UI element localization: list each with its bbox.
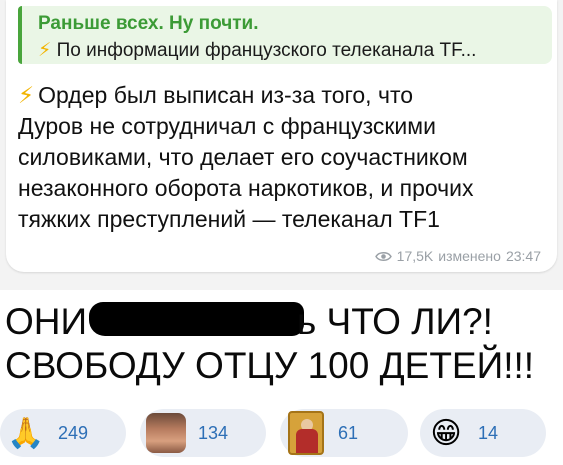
edited-label: изменено <box>438 248 501 264</box>
message-line: тяжких преступлений — телеканал TF1 <box>18 206 440 232</box>
caption: ОНИ ь ЧТО ЛИ?! СВОБОДУ ОТЦУ 100 ДЕТЕЙ!!! <box>5 300 534 388</box>
reaction-count: 61 <box>338 422 359 443</box>
message-line: силовиками, что делает его соучастником <box>18 144 468 170</box>
reaction-count: 249 <box>58 422 89 443</box>
caption-line-2: СВОБОДУ ОТЦУ 100 ДЕТЕЙ!!! <box>5 345 535 386</box>
caption-line-1: ОНИ ь ЧТО ЛИ?! <box>5 301 493 342</box>
message-bubble[interactable]: Раньше всех. Ну почти. ⚡ По информации ф… <box>6 0 557 272</box>
reaction-saint-icon[interactable]: 61 <box>280 409 408 457</box>
muscular-man-icon <box>146 413 186 453</box>
lightning-icon: ⚡ <box>38 40 52 61</box>
reply-preview-text: По информации французского телеканала TF… <box>56 40 477 61</box>
reply-quote[interactable]: Раньше всех. Ну почти. ⚡ По информации ф… <box>18 6 552 64</box>
message-text: ⚡ Ордер был выписан из-за того, что Дуров… <box>18 80 558 235</box>
reaction-muscular-man[interactable]: 134 <box>140 409 266 457</box>
message-line: ⚡ Ордер был выписан из-за того, что <box>18 82 414 108</box>
reaction-praying-hands[interactable]: 🙏 249 <box>0 409 126 457</box>
message-line: Дуров не сотрудничал с французскими <box>18 113 436 139</box>
saint-icon-icon <box>286 411 326 455</box>
message-time: 23:47 <box>505 248 541 264</box>
reaction-count: 14 <box>478 422 499 443</box>
view-count: 17,5K <box>396 248 434 264</box>
reply-author: Раньше всех. Ну почти. <box>38 13 259 34</box>
censor-scribble <box>89 302 304 336</box>
reaction-grinning-face[interactable]: 😁 14 <box>420 409 546 457</box>
praying-hands-icon: 🙏 <box>7 416 45 450</box>
screenshot: Раньше всех. Ну почти. ⚡ По информации ф… <box>0 0 563 465</box>
reply-preview: ⚡ По информации французского телеканала … <box>38 39 476 62</box>
message-line: незаконного оборота наркотиков, и прочих <box>18 175 474 201</box>
lightning-icon: ⚡ <box>18 82 35 108</box>
reaction-count: 134 <box>198 422 229 443</box>
message-meta: 17,5K изменено 23:47 <box>374 248 541 264</box>
grinning-face-icon: 😁 <box>430 416 462 450</box>
eye-icon <box>374 251 392 261</box>
